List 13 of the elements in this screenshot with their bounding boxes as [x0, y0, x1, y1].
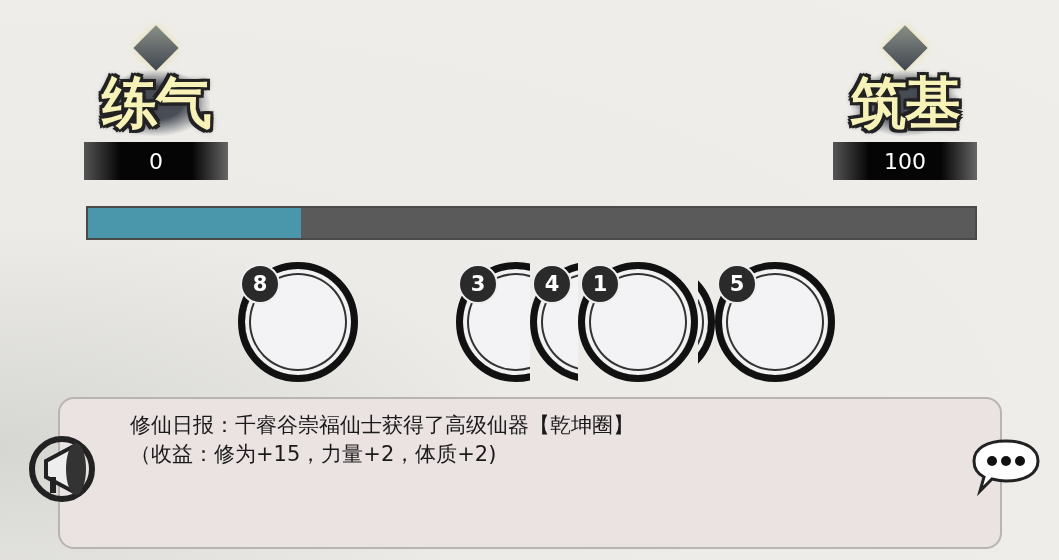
rank-badge: 3	[458, 264, 498, 304]
rank-badge: 8	[240, 264, 280, 304]
rank-badge: 1	[580, 264, 620, 304]
realm-value: 100	[833, 142, 977, 180]
character-avatar[interactable]	[715, 262, 835, 382]
chat-bubble-icon[interactable]	[970, 437, 1042, 497]
news-text: （收益：修为+15，力量+2，体质+2)	[130, 441, 498, 468]
news-text: 修仙日报：千睿谷崇福仙士获得了高级仙器【乾坤圈】	[130, 412, 635, 439]
character-avatar[interactable]	[578, 262, 698, 382]
rank-badge: 4	[532, 264, 572, 304]
character-avatar[interactable]	[238, 262, 358, 382]
rank-badge: 5	[717, 264, 757, 304]
realm-value: 0	[84, 142, 228, 180]
